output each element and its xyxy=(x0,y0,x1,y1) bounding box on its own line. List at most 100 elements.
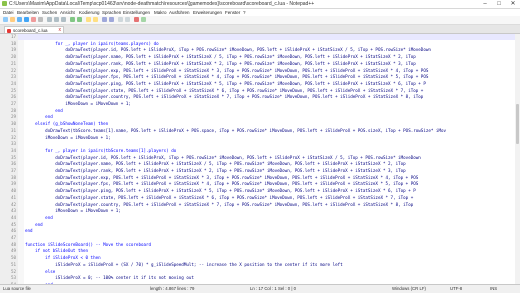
code-line[interactable]: 40 dxDrawText(player.ping, POS.left + iS… xyxy=(0,188,520,194)
code-text[interactable]: end xyxy=(25,108,63,114)
code-line[interactable]: 52 else xyxy=(0,269,520,275)
redo-icon[interactable] xyxy=(77,17,82,22)
code-line[interactable]: 21 dxDrawText(player.rank, POS.left + iS… xyxy=(0,61,520,67)
code-text[interactable]: dxDrawText(player.exp, POS.left + iSlide… xyxy=(25,175,418,181)
menu-ausfuehren[interactable]: Ausführen xyxy=(169,9,190,16)
open-icon[interactable] xyxy=(10,17,15,22)
code-text[interactable]: dxDrawText(player.state, POS.left + iSli… xyxy=(25,88,423,94)
code-line[interactable]: 30 elseif (g_bShowNoneTeam) then xyxy=(0,121,520,127)
code-text[interactable]: dxDrawText(player.fps, POS.left + iSlide… xyxy=(25,181,418,187)
code-text[interactable]: if not bSlideOut then xyxy=(25,248,88,254)
code-text[interactable]: dxDrawText(player.fps, POS.left + iSlide… xyxy=(25,74,428,80)
zoom-in-icon[interactable] xyxy=(102,17,107,22)
code-line[interactable]: 47 xyxy=(0,235,520,241)
code-line[interactable]: 51 iSlideProX = iSlideProX + (SX / 70) *… xyxy=(0,262,520,268)
code-line[interactable]: 44 end xyxy=(0,215,520,221)
code-line[interactable]: 48 function iSlideScoreBoard() -- Move th… xyxy=(0,242,520,248)
code-text[interactable]: function iSlideScoreBoard() -- Move the … xyxy=(25,242,151,248)
code-line[interactable]: 39 dxDrawText(player.fps, POS.left + iSl… xyxy=(0,181,520,187)
code-line[interactable]: 46 end xyxy=(0,228,520,234)
code-line[interactable]: 24 dxDrawText(player.ping, POS.left + iS… xyxy=(0,81,520,87)
undo-icon[interactable] xyxy=(70,17,75,22)
code-line[interactable]: 50 if iSlideProX < 0 then xyxy=(0,255,520,261)
code-line[interactable]: 53 iSlideProX = 0; -- 100% center it if … xyxy=(0,275,520,281)
code-line[interactable]: 26 dxDrawText(player.country, POS.left +… xyxy=(0,94,520,100)
code-text[interactable]: dxDrawText(player.country, POS.left + iS… xyxy=(25,94,423,100)
menu-erweiterungen[interactable]: Erweiterungen xyxy=(193,9,222,16)
code-line[interactable]: 42 dxDrawText(player.country, POS.left +… xyxy=(0,202,520,208)
save-all-icon[interactable] xyxy=(24,17,29,22)
code-line[interactable]: 28 end xyxy=(0,108,520,114)
menu-datei[interactable]: Datei xyxy=(3,9,14,16)
code-line[interactable]: 19 dxDrawText(player.id, POS.left + iSli… xyxy=(0,47,520,53)
code-text[interactable]: dxDrawText(player.ping, POS.left + iSlid… xyxy=(25,188,416,194)
menu-makro[interactable]: Makro xyxy=(154,9,167,16)
code-text[interactable]: elseif (g_bShowNoneTeam) then xyxy=(25,121,108,127)
code-text[interactable]: end xyxy=(25,114,53,120)
code-text[interactable]: iMoveDown = iMoveDown + 1; xyxy=(25,101,131,107)
indent-icon[interactable] xyxy=(125,17,130,22)
menu-fenster[interactable]: Fenster xyxy=(225,9,240,16)
code-text[interactable]: else xyxy=(25,269,55,275)
copy-icon[interactable] xyxy=(54,17,59,22)
code-line[interactable]: 25 dxDrawText(player.state, POS.left + i… xyxy=(0,88,520,94)
code-text[interactable]: dxDrawText(player.name, POS.left + iSlid… xyxy=(25,161,405,167)
code-text[interactable]: iMoveDown = iMoveDown + 1; xyxy=(25,208,121,214)
code-text[interactable]: iSlideProX = 0; -- 100% center it if its… xyxy=(25,275,194,281)
code-line[interactable]: 43 iMoveDown = iMoveDown + 1; xyxy=(0,208,520,214)
close-icon[interactable] xyxy=(31,17,36,22)
menu-suchen[interactable]: Suchen xyxy=(42,9,57,16)
save-icon[interactable] xyxy=(17,17,22,22)
code-line[interactable]: 31 dxDrawText(tbScore.teams[1].name, POS… xyxy=(0,128,520,134)
code-line[interactable]: 36 dxDrawText(player.name, POS.left + iS… xyxy=(0,161,520,167)
menu-kodierung[interactable]: Kodierung xyxy=(79,9,100,16)
code-line[interactable]: 29 end xyxy=(0,114,520,120)
code-text[interactable]: for _, player in ipairs(teams.players) d… xyxy=(25,41,158,47)
code-line[interactable]: 37 dxDrawText(player.rank, POS.left + iS… xyxy=(0,168,520,174)
code-line[interactable]: 35 dxDrawText(player.id, POS.left + iSli… xyxy=(0,155,520,161)
code-text[interactable]: dxDrawText(player.rank, POS.left + iSlid… xyxy=(25,168,405,174)
menu-help[interactable]: ? xyxy=(243,9,246,16)
cut-icon[interactable] xyxy=(47,17,52,22)
code-line[interactable]: 49 if not bSlideOut then xyxy=(0,248,520,254)
code-text[interactable]: iSlideProX = iSlideProX + (SX / 70) * g_… xyxy=(25,262,342,268)
code-line[interactable]: 27 iMoveDown = iMoveDown + 1; xyxy=(0,101,520,107)
code-text[interactable]: dxDrawText(player.exp, POS.left + iSlide… xyxy=(25,68,428,74)
code-text[interactable]: end xyxy=(25,222,43,228)
print-icon[interactable] xyxy=(38,17,43,22)
code-text[interactable]: dxDrawText(player.ping, POS.left + iSlid… xyxy=(25,81,426,87)
code-text[interactable]: end xyxy=(25,228,33,234)
code-line[interactable]: 20 dxDrawText(player.name, POS.left + iS… xyxy=(0,54,520,60)
code-line[interactable]: 33 xyxy=(0,141,520,147)
code-line[interactable]: 34 for _, player in ipairs(tbScore.teams… xyxy=(0,148,520,154)
tab-close-icon[interactable]: x xyxy=(59,27,62,34)
code-line[interactable]: 45 end xyxy=(0,222,520,228)
vertical-scrollbar[interactable] xyxy=(515,34,520,284)
code-text[interactable]: if iSlideProX < 0 then xyxy=(25,255,100,261)
paste-icon[interactable] xyxy=(61,17,66,22)
menu-sprachen[interactable]: Sprachen xyxy=(102,9,121,16)
code-text[interactable]: end xyxy=(25,215,53,221)
code-text[interactable]: dxDrawText(player.name, POS.left + iSlid… xyxy=(25,54,415,60)
menu-bearbeiten[interactable]: Bearbeiten xyxy=(17,9,39,16)
code-text[interactable]: iMoveDown = iMoveDown + 1; xyxy=(25,135,111,141)
menu-ansicht[interactable]: Ansicht xyxy=(60,9,75,16)
code-line[interactable]: 38 dxDrawText(player.exp, POS.left + iSl… xyxy=(0,175,520,181)
scrollbar-thumb[interactable] xyxy=(516,104,519,144)
code-line[interactable]: 22 dxDrawText(player.exp, POS.left + iSl… xyxy=(0,68,520,74)
tab-scoreboard-c-lua[interactable]: scoreboard_c.lua x xyxy=(4,26,64,33)
new-icon[interactable] xyxy=(3,17,8,22)
macro-icon[interactable] xyxy=(134,17,139,22)
code-line[interactable]: 32 iMoveDown = iMoveDown + 1; xyxy=(0,135,520,141)
code-line[interactable]: 17 xyxy=(0,34,520,40)
code-text[interactable]: dxDrawText(player.id, POS.left + iSlideP… xyxy=(25,155,421,161)
replace-icon[interactable] xyxy=(93,17,98,22)
run-icon[interactable] xyxy=(141,17,146,22)
minimize-button[interactable]: – xyxy=(478,0,492,8)
close-window-button[interactable]: ✕ xyxy=(506,0,520,8)
wrap-icon[interactable] xyxy=(118,17,123,22)
find-icon[interactable] xyxy=(86,17,91,22)
code-text[interactable]: dxDrawText(player.country, POS.left + iS… xyxy=(25,202,413,208)
code-text[interactable]: dxDrawText(player.id, POS.left + iSlideP… xyxy=(25,47,431,53)
code-text[interactable]: dxDrawText(player.state, POS.left + iSli… xyxy=(25,195,413,201)
